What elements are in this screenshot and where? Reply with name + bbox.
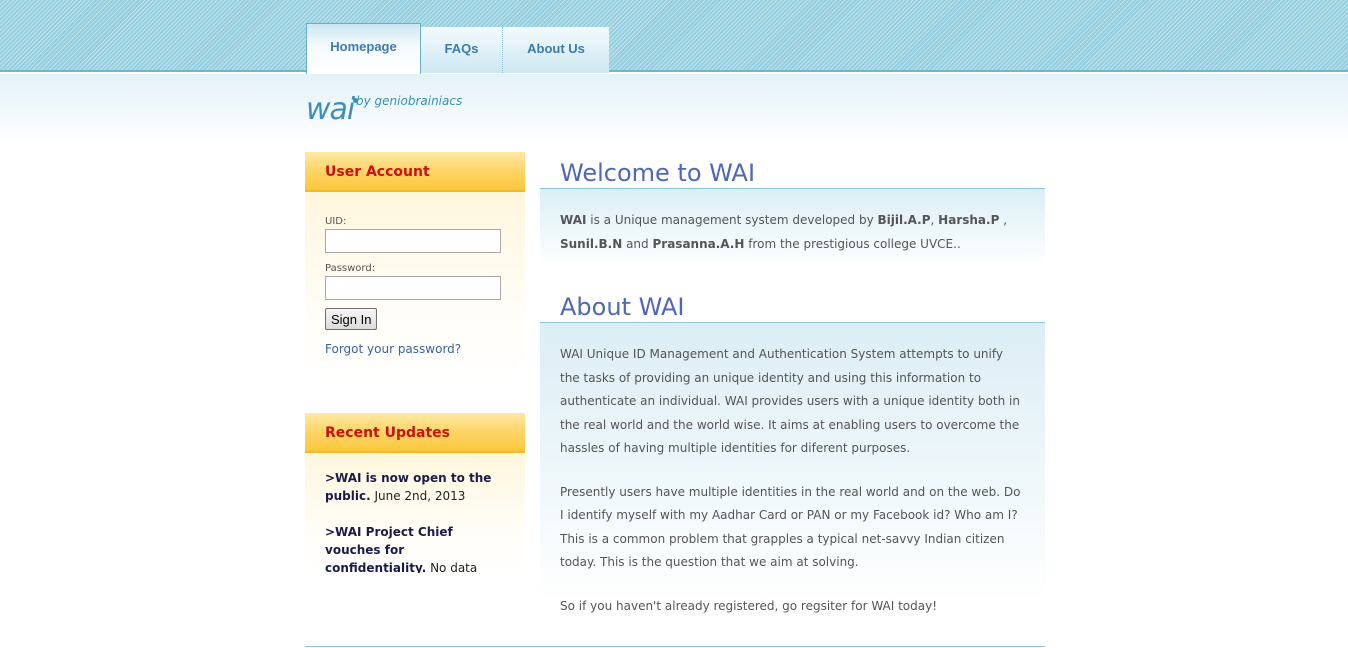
author-name: Harsha.P	[938, 213, 1000, 227]
logo-by: by	[356, 94, 371, 108]
logo-byline: by geniobrainiacs	[356, 94, 462, 108]
welcome-body: WAI is a Unique management system develo…	[540, 189, 1045, 271]
author-name: Bijil.A.P	[877, 213, 931, 227]
logo-wordmark: wai	[306, 92, 355, 127]
welcome-title: Welcome to WAI	[540, 155, 1045, 189]
recent-updates-box: Recent Updates >WAI is now open to the p…	[305, 413, 525, 573]
recent-updates-list[interactable]: >WAI is now open to the public. June 2nd…	[305, 453, 525, 573]
password-input[interactable]	[325, 276, 501, 300]
about-paragraph: Presently users have multiple identities…	[560, 484, 1021, 570]
welcome-wai: WAI	[560, 213, 587, 227]
login-form: UID: Password: Sign In Forgot your passw…	[305, 192, 525, 380]
welcome-text: from the prestigious college UVCE..	[744, 236, 961, 251]
about-paragraph: WAI Unique ID Management and Authenticat…	[560, 347, 1020, 455]
separator: ,	[999, 213, 1008, 227]
forgot-password-link[interactable]: Forgot your password?	[325, 342, 505, 356]
welcome-text: is a Unique management system developed …	[586, 213, 878, 227]
user-account-title: User Account	[305, 152, 525, 192]
tab-about-us[interactable]: About Us	[503, 27, 609, 73]
uid-label: UID:	[325, 216, 347, 227]
about-section: About WAI WAI Unique ID Management and A…	[540, 289, 1045, 618]
about-title: About WAI	[540, 289, 1045, 323]
main-content: Welcome to WAI WAI is a Unique managemen…	[540, 155, 1045, 638]
tab-faqs[interactable]: FAQs	[421, 27, 503, 73]
user-account-box: User Account UID: Password: Sign In Forg…	[305, 152, 525, 382]
logo-author: geniobrainiacs	[374, 94, 463, 108]
author-name: Prasanna.A.H	[652, 236, 745, 251]
author-name: Sunil.B.N	[560, 236, 623, 251]
about-body: WAI Unique ID Management and Authenticat…	[540, 323, 1045, 618]
sign-in-button[interactable]: Sign In	[325, 308, 378, 330]
about-paragraph: So if you haven't already registered, go…	[560, 598, 938, 613]
uid-input[interactable]	[325, 229, 501, 253]
update-item: >WAI is now open to the public. June 2nd…	[325, 469, 505, 505]
password-label: Password:	[325, 263, 376, 274]
update-text: June 2nd, 2013	[370, 489, 466, 503]
footer-divider	[305, 646, 1045, 647]
header-fade	[0, 74, 1348, 144]
header-band	[0, 0, 1348, 72]
tab-homepage[interactable]: Homepage	[306, 23, 421, 74]
separator: and	[622, 236, 653, 251]
update-item: >WAI Project Chief vouches for confident…	[325, 523, 505, 573]
welcome-section: Welcome to WAI WAI is a Unique managemen…	[540, 155, 1045, 271]
recent-updates-title: Recent Updates	[305, 413, 525, 453]
site-logo[interactable]: wai by geniobrainiacs	[306, 92, 506, 132]
